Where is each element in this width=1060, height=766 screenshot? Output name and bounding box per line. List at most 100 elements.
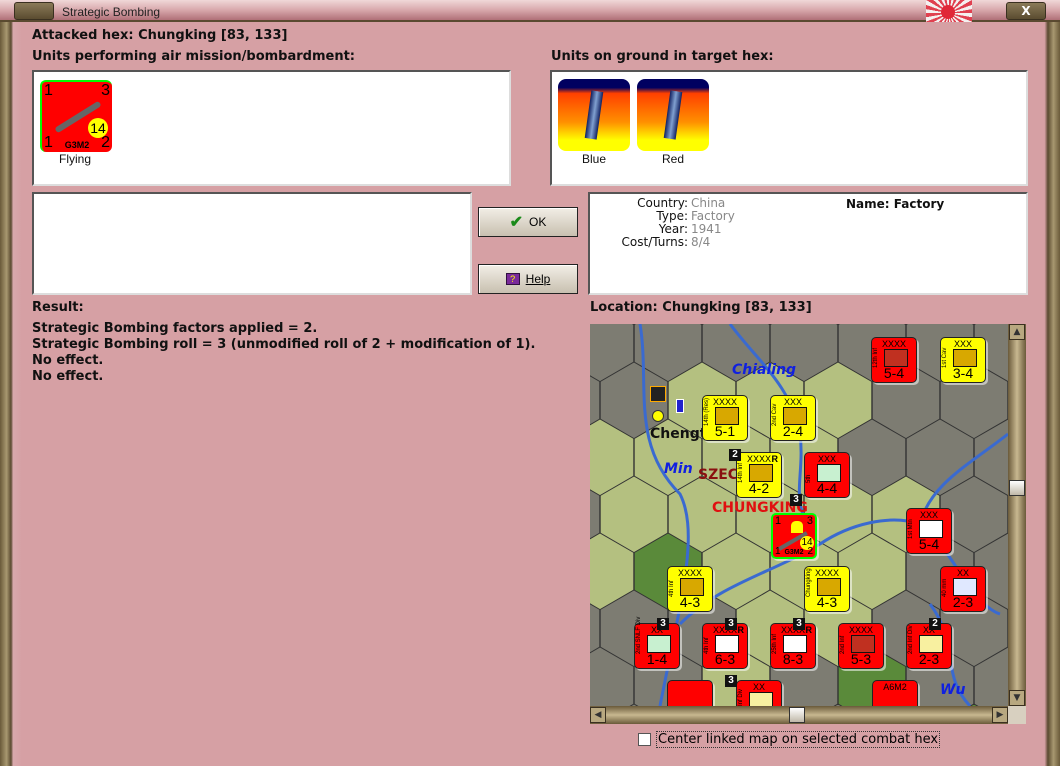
map-unit-counter[interactable]: XX 2-3 40 mm	[940, 566, 986, 612]
air-unit-status: Flying	[58, 152, 91, 166]
stack-count-badge: 2	[929, 618, 941, 630]
map-unit-counter[interactable]: XX 1 Inf Div	[736, 680, 782, 706]
ground-units-panel: Blue Red	[550, 70, 1028, 186]
close-button[interactable]: X	[1006, 2, 1046, 20]
map-label-szechwan: SZEC	[698, 467, 739, 483]
map-unit-counter[interactable]: XXXX 5-3 2nd Inf	[838, 623, 884, 669]
help-button[interactable]: ? Help	[478, 264, 578, 294]
stack-count-badge: 3	[725, 618, 737, 630]
location-label: Location: Chungking [83, 133]	[590, 300, 812, 315]
unit-designation: 2nd Inf Div	[908, 625, 914, 654]
map-unit-counter[interactable]	[667, 680, 713, 706]
map-unit-counter[interactable]: A6M2	[872, 680, 918, 706]
unit-designation: 1st Mtn	[908, 519, 914, 539]
horizontal-scroll-thumb[interactable]	[789, 707, 805, 723]
result-text: Strategic Bombing factors applied = 2. S…	[32, 321, 535, 385]
map-unit-counter[interactable]: XXXX 4-3 Chungking	[804, 566, 850, 612]
unit-size: XXXX	[677, 568, 702, 578]
unit-designation: 1 Inf Div	[738, 688, 744, 706]
scroll-corner	[1008, 706, 1026, 724]
ground-unit-caption: Red	[661, 152, 684, 166]
defense-value: 3	[101, 82, 110, 99]
attack-value: 1	[44, 82, 53, 99]
map-unit-counter[interactable]: XXX 2-4 2nd Cav	[770, 395, 816, 441]
year-value: 1941	[691, 222, 722, 236]
air-units-panel: 1 3 14 1 G3M2 2 Flying	[32, 70, 511, 186]
reserve-marker: R	[737, 625, 745, 635]
cost-label: Cost/Turns:	[621, 235, 688, 249]
attack-value: 1	[775, 515, 782, 527]
scroll-up-arrow-icon[interactable]: ▲	[1009, 324, 1025, 340]
hex-map[interactable]: Chialing Min Wu Chengt SZEC CHUNGKING XX…	[590, 324, 1008, 706]
type-value: Factory	[691, 209, 735, 223]
target-name: Name: Factory	[846, 197, 945, 211]
bottom-right-value: 2	[807, 546, 813, 557]
ground-unit-caption: Blue	[581, 152, 607, 166]
ground-units-heading: Units on ground in target hex:	[551, 49, 774, 64]
reserve-marker: R	[805, 625, 813, 635]
air-unit-counter[interactable]: 1 3 14 1 G3M2 2	[40, 80, 112, 152]
bomber-counter-on-map[interactable]: 1 3 14 1 G3M2 2	[771, 513, 817, 559]
map-unit-counter[interactable]: XXXX 4-2 14th Inf R	[736, 452, 782, 498]
result-line: No effect.	[32, 369, 104, 384]
unit-designation: 25th Inf	[772, 633, 778, 654]
map-unit-counter[interactable]: XXXX 5-4 12th Inf	[871, 337, 917, 383]
map-unit-counter[interactable]: XXX 3-4 1st Cav	[940, 337, 986, 383]
scroll-right-arrow-icon[interactable]: ▶	[992, 707, 1008, 723]
map-unit-counter[interactable]: XXXX 5-1 14th (Res)	[702, 395, 748, 441]
window-title: Strategic Bombing	[62, 5, 161, 19]
target-info-panel: Country: China Type: Factory Year: 1941 Cos…	[588, 192, 1028, 295]
unit-size: XX	[956, 568, 969, 578]
map-label-wu: Wu	[940, 682, 966, 698]
stack-count-badge: 3	[793, 618, 805, 630]
unit-designation: 40 mm	[942, 578, 948, 597]
factory-counter-blue[interactable]	[558, 79, 630, 151]
unit-designation: 12th Inf	[873, 347, 879, 368]
reserve-marker: R	[771, 454, 779, 464]
unit-designation: 2nd Cav	[772, 403, 778, 426]
center-map-checkbox[interactable]	[638, 733, 651, 746]
defense-value: 3	[806, 515, 813, 527]
map-unit-counter[interactable]: XXX 4-4 5th	[804, 452, 850, 498]
fire-icon	[791, 521, 803, 533]
factory-counter-red[interactable]	[637, 79, 709, 151]
checkmark-icon: ✔	[509, 214, 524, 231]
center-map-checkbox-label[interactable]: Center linked map on selected combat hex	[656, 731, 941, 748]
japan-flag-icon	[926, 0, 972, 22]
map-label-min: Min	[664, 461, 693, 477]
factory-icon	[663, 90, 683, 140]
unit-designation: 1st Cav	[942, 347, 948, 368]
ok-button[interactable]: ✔ OK	[478, 207, 578, 237]
attacked-hex-label: Attacked hex: Chungking [83, 133]	[32, 28, 288, 43]
scroll-left-arrow-icon[interactable]: ◀	[590, 707, 606, 723]
map-vertical-scrollbar[interactable]: ▲ ▼	[1008, 324, 1026, 706]
result-heading: Result:	[32, 300, 84, 315]
title-bar: Strategic Bombing X	[0, 0, 1060, 22]
result-line: Strategic Bombing roll = 3 (unmodified r…	[32, 337, 536, 352]
map-unit-counter[interactable]: XXX 5-4 1st Mtn	[906, 508, 952, 554]
map-horizontal-scrollbar[interactable]: ◀ ▶	[590, 706, 1008, 724]
unit-designation: 14th (Res)	[704, 397, 710, 426]
port-icon	[676, 399, 684, 413]
window-menu-button[interactable]	[14, 2, 54, 20]
scroll-down-arrow-icon[interactable]: ▼	[1009, 690, 1025, 706]
city-marker-icon	[652, 410, 664, 422]
unit-designation: 2nd SNLF Div	[636, 616, 642, 654]
vertical-scroll-thumb[interactable]	[1009, 480, 1025, 496]
help-book-icon: ?	[505, 273, 520, 285]
stack-count-badge: 3	[657, 618, 669, 630]
map-unit-counter[interactable]: XXXX 4-3 4th Inf	[667, 566, 713, 612]
map-label-chengtu: Chengt	[650, 426, 707, 442]
help-label: Help	[525, 272, 551, 286]
country-value: China	[691, 196, 726, 210]
center-map-checkbox-row[interactable]: Center linked map on selected combat hex	[638, 731, 941, 748]
unit-designation: Chungking	[806, 568, 812, 597]
unit-designation: 4th Inf	[669, 580, 675, 597]
stack-count-badge: 3	[790, 494, 802, 506]
unit-type-icon	[749, 692, 773, 706]
bottom-right-value: 2	[101, 134, 110, 151]
air-units-heading: Units performing air mission/bombardment…	[32, 49, 356, 64]
window-frame-right	[1038, 22, 1060, 766]
cost-value: 8/4	[691, 235, 711, 249]
factory-icon	[584, 90, 604, 140]
